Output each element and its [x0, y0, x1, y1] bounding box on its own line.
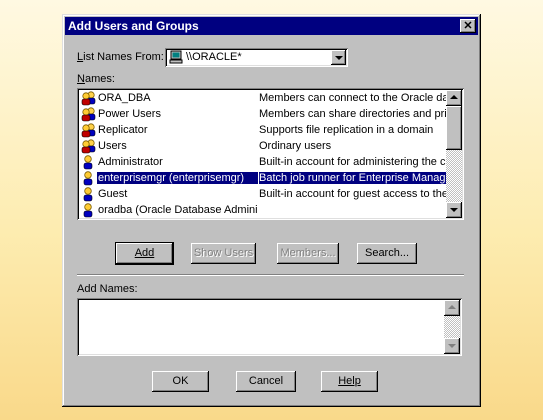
list-item-name: oradba (Oracle Database Administrator): [98, 204, 257, 216]
group-icon: [80, 122, 97, 138]
list-item-name: Guest: [98, 188, 128, 200]
chevron-down-icon: [335, 56, 343, 60]
user-icon: [80, 202, 97, 218]
group-icon: [80, 138, 97, 154]
list-item[interactable]: oradba (Oracle Database Administrator): [79, 202, 446, 218]
names-list: ORA_DBA Members can connect to the Oracle…: [79, 90, 446, 218]
scroll-thumb[interactable]: [446, 106, 462, 150]
list-names-from-value: \\ORACLE*: [186, 51, 242, 63]
add-names-scroll-up-button[interactable]: [444, 300, 460, 316]
ok-button-label: OK: [172, 375, 189, 387]
add-names-label: Add Names:: [77, 283, 138, 295]
list-item[interactable]: Power Users Members can share directories…: [79, 106, 446, 122]
dialog-title: Add Users and Groups: [68, 19, 199, 33]
add-users-groups-dialog: Add Users and Groups ✕ List Names From: …: [62, 14, 481, 407]
list-item-name: Replicator: [98, 124, 148, 136]
add-names-field[interactable]: [77, 298, 462, 356]
user-icon: [80, 186, 97, 202]
user-icon: [80, 170, 97, 186]
cancel-button-label: Cancel: [248, 375, 284, 387]
cancel-button[interactable]: Cancel: [236, 371, 296, 392]
list-names-from-label: List Names From:: [77, 51, 164, 63]
add-button[interactable]: Add: [116, 243, 173, 264]
names-rest: ames:: [84, 73, 115, 85]
list-item[interactable]: Replicator Supports file replication in a…: [79, 122, 446, 138]
names-scrollbar[interactable]: [446, 90, 462, 218]
chevron-down-icon: [450, 208, 458, 212]
list-item-description: Built-in account for administering the c…: [259, 156, 446, 168]
chevron-up-icon: [448, 305, 456, 309]
show-users-button-label: Show Users: [193, 247, 254, 259]
list-names-from-combobox[interactable]: \\ORACLE*: [165, 48, 348, 67]
list-item[interactable]: Guest Built-in account for guest access t…: [79, 186, 446, 202]
add-names-scroll-down-button[interactable]: [444, 338, 460, 354]
close-button[interactable]: ✕: [460, 19, 476, 33]
add-names-scrollbar[interactable]: [444, 300, 460, 354]
group-icon: [80, 106, 97, 122]
list-item-name: Users: [98, 140, 127, 152]
list-item-name: Administrator: [98, 156, 163, 168]
list-item-description: Members can share directories and printe…: [259, 108, 446, 120]
chevron-down-icon: [448, 344, 456, 348]
list-item-name: Power Users: [98, 108, 161, 120]
list-item-description: Supports file replication in a domain: [259, 124, 434, 136]
list-item-description: Members can connect to the Oracle databa…: [259, 92, 446, 104]
list-item[interactable]: ORA_DBA Members can connect to the Oracle…: [79, 90, 446, 106]
list-item-description: Ordinary users: [259, 140, 332, 152]
list-item[interactable]: enterprisemgr (enterprisemgr) Batch job r…: [79, 170, 446, 186]
list-item[interactable]: Administrator Built-in account for admini…: [79, 154, 446, 170]
scroll-up-button[interactable]: [446, 90, 462, 106]
ok-button[interactable]: OK: [152, 371, 209, 392]
search-button[interactable]: Search...: [357, 243, 417, 264]
scroll-down-button[interactable]: [446, 202, 462, 218]
list-item[interactable]: Users Ordinary users: [79, 138, 446, 154]
add-button-label: Add: [134, 247, 155, 259]
title-bar[interactable]: Add Users and Groups ✕: [65, 17, 478, 35]
names-listbox[interactable]: ORA_DBA Members can connect to the Oracle…: [77, 88, 464, 220]
names-label: Names:: [77, 73, 115, 85]
list-item-name: enterprisemgr (enterprisemgr): [97, 172, 258, 184]
show-users-button[interactable]: Show Users: [191, 243, 256, 264]
separator: [77, 274, 464, 276]
user-icon: [80, 154, 97, 170]
list-item-name: ORA_DBA: [98, 92, 151, 104]
chevron-up-icon: [450, 95, 458, 99]
list-item-description: Batch job runner for Enterprise Manager: [259, 172, 446, 184]
list-names-from-rest: ist Names From:: [83, 51, 164, 63]
computer-icon: [169, 50, 183, 67]
members-button[interactable]: Members...: [277, 243, 339, 264]
search-button-label: Search...: [364, 247, 410, 259]
group-icon: [80, 90, 97, 106]
help-button-label: Help: [338, 375, 361, 387]
combobox-dropdown-button[interactable]: [331, 50, 346, 65]
names-hotkey: N: [77, 73, 85, 85]
members-button-label: Members...: [280, 247, 336, 259]
help-button[interactable]: Help: [321, 371, 378, 392]
list-item-description: Built-in account for guest access to the…: [259, 188, 446, 200]
close-icon: ✕: [463, 20, 473, 32]
